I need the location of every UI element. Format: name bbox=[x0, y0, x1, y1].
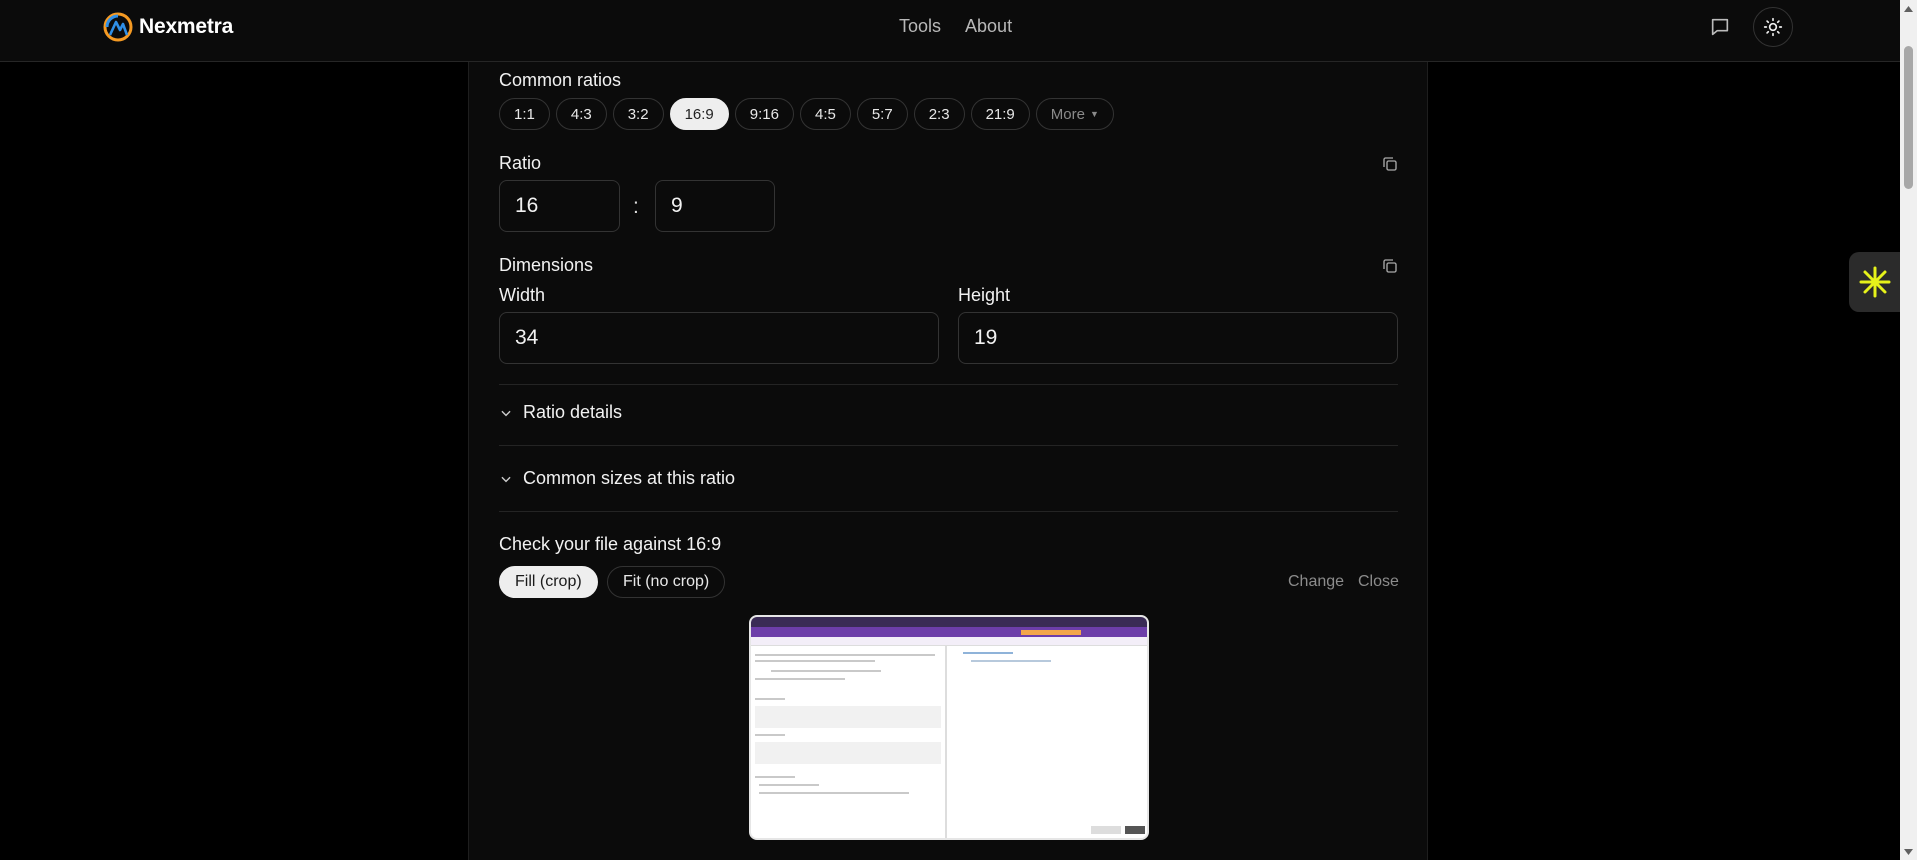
divider bbox=[499, 384, 1398, 385]
height-input[interactable] bbox=[958, 312, 1398, 364]
chevron-down-icon bbox=[501, 410, 511, 416]
nexmetra-logo-icon bbox=[103, 12, 133, 42]
sun-icon bbox=[1763, 17, 1783, 37]
top-navigation-bar: Nexmetra Tools About bbox=[0, 0, 1900, 62]
copy-dimensions-button[interactable] bbox=[1378, 254, 1402, 278]
nav-about-link[interactable]: About bbox=[965, 16, 1012, 37]
ratio-chip-2-3[interactable]: 2:3 bbox=[913, 98, 965, 130]
preview-text-line bbox=[771, 670, 881, 672]
feedback-button[interactable] bbox=[1700, 7, 1740, 47]
common-ratios-label: Common ratios bbox=[499, 70, 622, 90]
fill-crop-toggle[interactable]: Fill (crop) bbox=[499, 566, 598, 598]
ratio-separator: : bbox=[633, 195, 639, 218]
preview-highlight bbox=[1021, 630, 1081, 635]
caret-down-icon: ▼ bbox=[1089, 109, 1099, 119]
preview-browser-tabs bbox=[751, 617, 1147, 627]
side-assistant-widget[interactable] bbox=[1849, 252, 1900, 312]
preview-text-line bbox=[755, 660, 875, 662]
ratio-chip-9-16[interactable]: 9:16 bbox=[734, 98, 794, 130]
ratio-right-input[interactable] bbox=[655, 180, 775, 232]
page-scrollbar[interactable] bbox=[1900, 0, 1917, 860]
main-content-panel: Common ratios 1:1 4:3 3:2 16:9 9:16 4:5 … bbox=[468, 62, 1428, 860]
asterisk-icon bbox=[1859, 266, 1890, 298]
chevron-down-icon bbox=[501, 476, 511, 482]
main-nav: Tools About bbox=[899, 16, 1012, 37]
preview-code-block bbox=[755, 706, 941, 728]
copy-ratio-button[interactable] bbox=[1378, 152, 1402, 176]
ratio-chip-16-9[interactable]: 16:9 bbox=[669, 98, 729, 130]
preview-text-line bbox=[755, 776, 795, 778]
more-ratios-label: More bbox=[1050, 105, 1085, 123]
divider bbox=[499, 511, 1398, 512]
preview-code-line bbox=[963, 652, 1013, 654]
ratio-chip-5-7[interactable]: 5:7 bbox=[856, 98, 908, 130]
ratio-label: Ratio bbox=[499, 153, 542, 173]
width-label: Width bbox=[499, 285, 546, 305]
scroll-thumb[interactable] bbox=[1904, 46, 1913, 189]
preview-code-line bbox=[971, 660, 1051, 662]
ratio-left-input[interactable] bbox=[499, 180, 620, 232]
preview-text-line bbox=[759, 784, 819, 786]
change-file-button[interactable]: Change bbox=[1288, 573, 1344, 591]
divider bbox=[499, 445, 1398, 446]
preview-button bbox=[1091, 826, 1121, 834]
preview-toolbar bbox=[751, 637, 1147, 646]
preview-button bbox=[1125, 826, 1145, 834]
preview-page-body bbox=[751, 630, 1147, 838]
width-input[interactable] bbox=[499, 312, 939, 364]
common-sizes-accordion[interactable]: Common sizes at this ratio bbox=[499, 468, 735, 489]
ratio-chip-3-2[interactable]: 3:2 bbox=[612, 98, 664, 130]
fit-no-crop-toggle[interactable]: Fit (no crop) bbox=[607, 566, 726, 598]
height-label: Height bbox=[958, 285, 1011, 305]
preview-code-block bbox=[755, 742, 941, 764]
ratio-chip-4-3[interactable]: 4:3 bbox=[555, 98, 607, 130]
common-sizes-title: Common sizes at this ratio bbox=[523, 468, 736, 488]
preview-text-line bbox=[759, 792, 909, 794]
more-ratios-dropdown[interactable]: More ▼ bbox=[1035, 98, 1114, 130]
theme-toggle-button[interactable] bbox=[1753, 7, 1793, 47]
scroll-up-arrow-icon[interactable] bbox=[1900, 0, 1917, 17]
ratio-chip-group: 1:1 4:3 3:2 16:9 9:16 4:5 5:7 2:3 21:9 M… bbox=[499, 98, 1114, 130]
preview-left-pane bbox=[751, 646, 947, 838]
ratio-chip-4-5[interactable]: 4:5 bbox=[799, 98, 851, 130]
preview-text-line bbox=[755, 654, 935, 656]
preview-text-line bbox=[755, 698, 785, 700]
preview-text-line bbox=[755, 734, 785, 736]
preview-address-bar bbox=[751, 627, 1147, 637]
dimensions-label: Dimensions bbox=[499, 255, 594, 275]
copy-icon bbox=[1383, 259, 1397, 273]
copy-icon bbox=[1383, 157, 1397, 171]
ratio-chip-21-9[interactable]: 21:9 bbox=[970, 98, 1030, 130]
scroll-down-arrow-icon[interactable] bbox=[1900, 843, 1917, 860]
check-file-title: Check your file against 16:9 bbox=[499, 534, 722, 554]
nav-tools-link[interactable]: Tools bbox=[899, 16, 941, 37]
ratio-details-title: Ratio details bbox=[523, 402, 623, 422]
close-check-button[interactable]: Close bbox=[1358, 573, 1399, 591]
chat-bubble-icon bbox=[1711, 18, 1729, 36]
preview-text-line bbox=[755, 678, 845, 680]
file-preview-image bbox=[749, 615, 1149, 840]
brand-name: Nexmetra bbox=[139, 15, 234, 38]
ratio-chip-1-1[interactable]: 1:1 bbox=[499, 98, 550, 130]
brand-logo-link[interactable]: Nexmetra bbox=[103, 12, 233, 42]
ratio-details-accordion[interactable]: Ratio details bbox=[499, 402, 622, 423]
